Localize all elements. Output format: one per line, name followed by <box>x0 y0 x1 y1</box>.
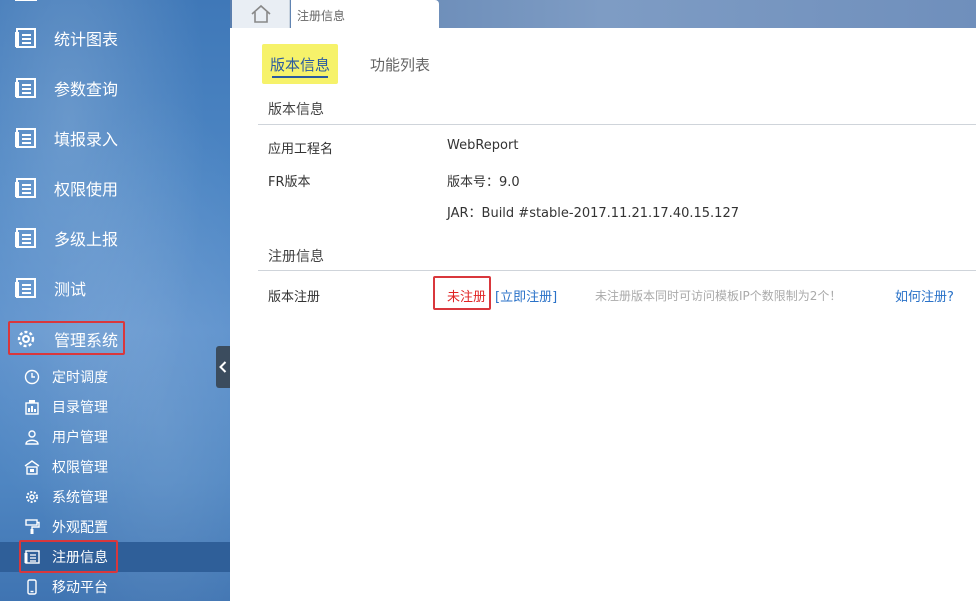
sidebar-item-label: 多级上报 <box>54 230 119 249</box>
sidebar-subitem-label: 目录管理 <box>52 400 108 416</box>
report-icon <box>15 128 36 148</box>
lock-icon <box>24 460 40 475</box>
sidebar-subitem-label: 移动平台 <box>52 580 108 596</box>
sidebar-subitem-label: 定时调度 <box>52 370 108 386</box>
register-now-link[interactable]: [立即注册] <box>495 286 557 305</box>
version-register-label: 版本注册 <box>268 290 321 305</box>
tab-label: 注册信息 <box>297 9 346 23</box>
sidebar-item-test[interactable]: 测试 <box>0 263 230 313</box>
main-content <box>230 28 976 601</box>
sidebar-subitem-label: 系统管理 <box>52 490 108 506</box>
how-to-register-link[interactable]: 如何注册? <box>895 286 954 305</box>
register-icon <box>24 550 40 564</box>
sidebar-subitem-schedule[interactable]: 定时调度 <box>0 362 230 392</box>
gear-icon <box>26 491 38 503</box>
sidebar-collapse-button[interactable] <box>216 346 230 388</box>
report-icon <box>15 78 36 98</box>
divider <box>258 270 976 271</box>
sidebar-subitem-label: 注册信息 <box>52 550 108 566</box>
ip-limit-note: 未注册版本同时可访问模板IP个数限制为2个！ <box>595 289 842 303</box>
sidebar-subitem-label: 外观配置 <box>52 520 108 536</box>
sidebar-item-label: 参数查询 <box>54 80 119 99</box>
app-project-label: 应用工程名 <box>268 142 334 157</box>
sidebar-subitem-catalog[interactable]: 目录管理 <box>0 392 230 422</box>
sidebar-subitem-permissions[interactable]: 权限管理 <box>0 452 230 482</box>
section-title-register: 注册信息 <box>268 249 324 265</box>
sidebar-subitem-label: 权限管理 <box>52 460 108 476</box>
sidebar-item-param-query[interactable]: 参数查询 <box>0 63 230 113</box>
sidebar-item-label: 填报录入 <box>54 130 119 149</box>
sidebar-item-stat-charts[interactable]: 统计图表 <box>0 13 230 63</box>
unregistered-status: 未注册 <box>447 290 487 305</box>
sidebar-item-permission-use[interactable]: 权限使用 <box>0 163 230 213</box>
tab-register-info[interactable]: 注册信息 <box>291 0 439 28</box>
sidebar-subitem-mobile[interactable]: 移动平台 <box>0 572 230 601</box>
chevron-left-icon <box>219 361 227 373</box>
gear-icon <box>17 330 35 348</box>
sidebar-item-label: 管理系统 <box>54 331 119 350</box>
clock-icon <box>24 369 40 385</box>
sidebar-subitem-users[interactable]: 用户管理 <box>0 422 230 452</box>
report-icon <box>15 28 36 48</box>
sidebar-item-multilevel-report[interactable]: 多级上报 <box>0 213 230 263</box>
sidebar-item-data-entry[interactable]: 填报录入 <box>0 113 230 163</box>
active-tab-underline <box>272 76 328 78</box>
tab-function-list[interactable]: 功能列表 <box>370 54 430 75</box>
report-icon <box>15 228 36 248</box>
home-tab[interactable] <box>232 0 290 28</box>
sidebar: 统计图表 参数查询 填报录入 权限使用 多级上报 测试 管理系统 定时调度 目录… <box>0 0 230 601</box>
catalog-icon <box>25 400 39 415</box>
divider <box>258 124 976 125</box>
sidebar-item-label: 权限使用 <box>54 180 119 199</box>
sidebar-subitem-system[interactable]: 系统管理 <box>0 482 230 512</box>
report-icon <box>15 178 36 198</box>
tab-label: 版本信息 <box>269 56 330 74</box>
jar-build-value: JAR：Build #stable-2017.11.21.17.40.15.12… <box>447 206 739 221</box>
sidebar-subitem-appearance[interactable]: 外观配置 <box>0 512 230 542</box>
sidebar-subitem-label: 用户管理 <box>52 430 108 446</box>
section-title-version: 版本信息 <box>268 102 324 118</box>
fr-version-label: FR版本 <box>268 175 311 190</box>
report-icon <box>15 278 36 298</box>
app-project-value: WebReport <box>447 138 519 153</box>
sidebar-item-label: 统计图表 <box>54 30 119 49</box>
report-icon <box>15 0 37 1</box>
user-icon <box>25 430 39 445</box>
sidebar-item-management-system[interactable]: 管理系统 <box>0 318 230 360</box>
fr-version-value: 版本号：9.0 <box>447 175 520 190</box>
home-icon <box>250 4 271 23</box>
paint-roller-icon <box>25 519 40 534</box>
sidebar-item-label: 测试 <box>54 280 87 299</box>
mobile-icon <box>27 579 37 595</box>
sidebar-subitem-register-info[interactable]: 注册信息 <box>0 540 230 573</box>
tab-version-info[interactable]: 版本信息 <box>262 44 338 84</box>
